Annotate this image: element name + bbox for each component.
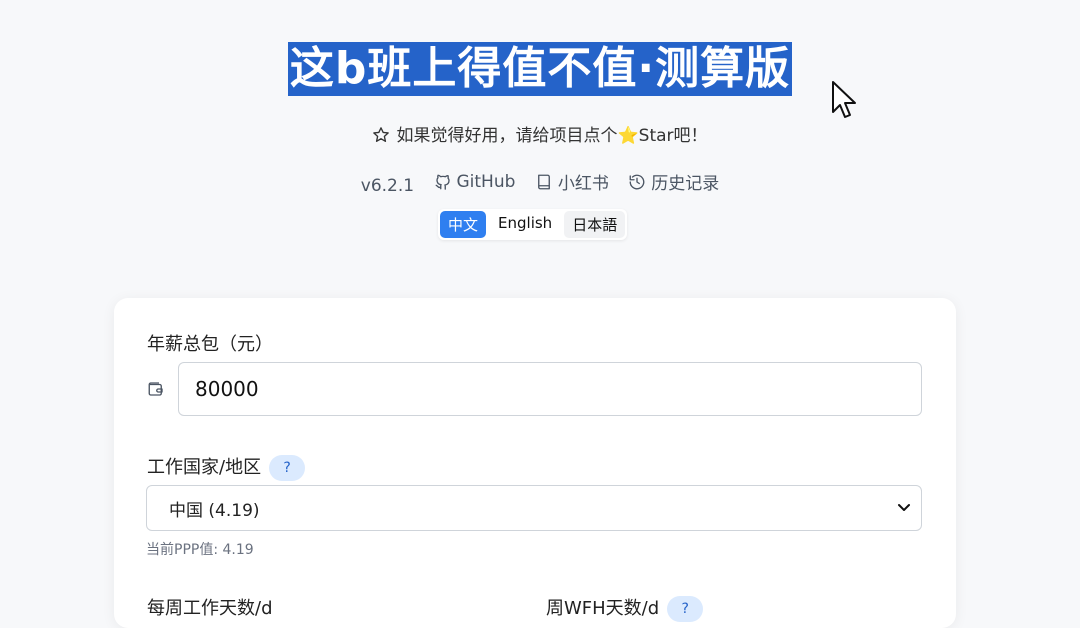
language-switcher: 中文 English 日本語	[438, 209, 628, 240]
lang-option-ja[interactable]: 日本語	[564, 211, 626, 238]
meta-links: v6.2.1 GitHub 小红书 历史记录	[0, 169, 1080, 196]
wallet-icon	[148, 382, 163, 396]
github-icon	[435, 174, 450, 190]
country-select[interactable]: 中国 (4.19)	[146, 485, 922, 531]
history-link[interactable]: 历史记录	[628, 169, 719, 194]
history-icon	[629, 174, 645, 189]
chevron-down-icon	[898, 504, 910, 511]
mouse-cursor-icon	[832, 81, 856, 118]
xiaohongshu-link[interactable]: 小红书	[535, 169, 609, 194]
workdays-label: 每周工作天数/d	[147, 598, 273, 619]
star-prompt: 如果觉得好用，请给项目点个⭐Star吧！	[0, 121, 1080, 146]
page-title: 这b班上得值不值·测算版	[287, 42, 793, 96]
star-prompt-text: 如果觉得好用，请给项目点个⭐Star吧！	[396, 126, 708, 146]
salary-input[interactable]	[178, 362, 922, 416]
version-label: v6.2.1	[360, 175, 415, 196]
country-help-button[interactable]: ?	[269, 455, 306, 481]
lang-option-en[interactable]: English	[490, 211, 560, 238]
country-label-row: 工作国家/地区?	[147, 453, 306, 481]
book-icon	[537, 174, 550, 189]
wfh-label-row: 周WFH天数/d?	[546, 594, 704, 622]
country-select-value: 中国 (4.19)	[169, 500, 260, 521]
lang-option-zh[interactable]: 中文	[440, 211, 487, 238]
country-label: 工作国家/地区	[147, 457, 262, 478]
salary-label: 年薪总包（元）	[147, 334, 273, 355]
wfh-help-button[interactable]: ?	[667, 596, 704, 622]
title-container: 这b班上得值不值·测算版	[0, 42, 1080, 96]
ppp-note: 当前PPP值: 4.19	[146, 542, 254, 558]
star-outline-icon	[373, 127, 390, 142]
wfh-label: 周WFH天数/d	[546, 598, 660, 619]
github-link[interactable]: GitHub	[434, 172, 515, 192]
calculator-card: 年薪总包（元） 工作国家/地区? 中国 (4.19) 当前PPP值: 4.19 …	[114, 298, 956, 628]
